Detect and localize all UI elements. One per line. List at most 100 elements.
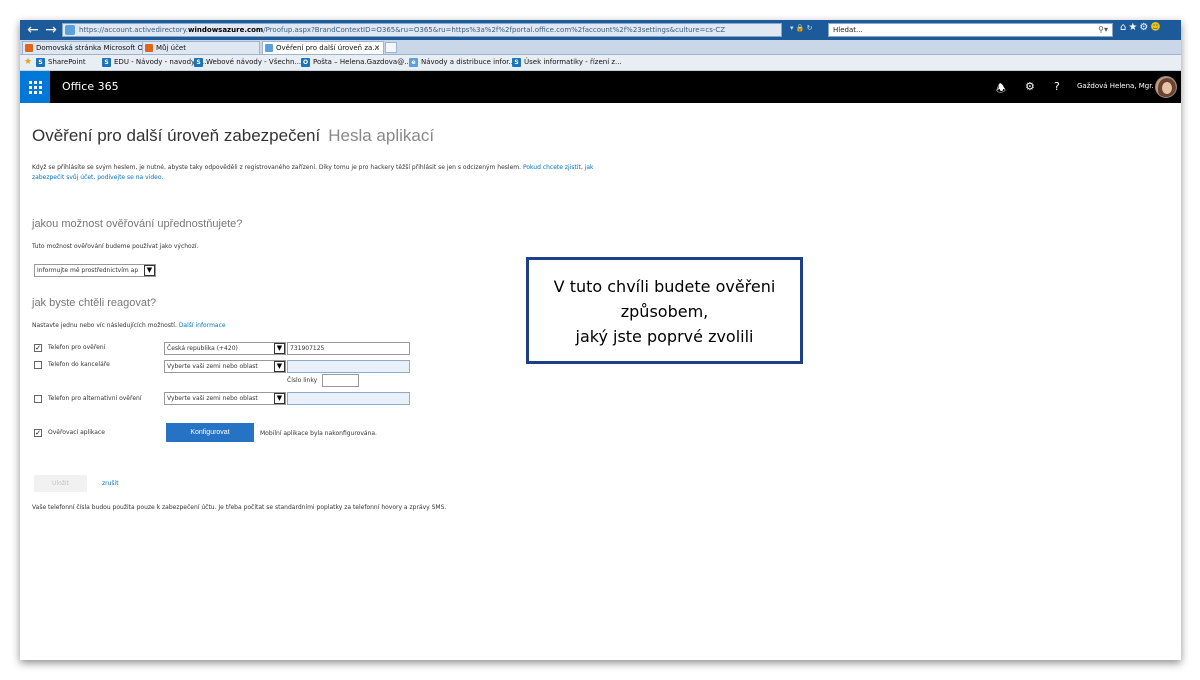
browser-toolbar-icons: ⌂★⚙☻ bbox=[1120, 22, 1163, 33]
fav-item-usek-informatiky[interactable]: S Úsek informatiky - řízení z... bbox=[512, 57, 622, 68]
url-field[interactable]: https://account.activedirectory.windowsa… bbox=[62, 23, 782, 37]
default-method-select[interactable]: Informujte mě prostřednictvím ap ▼ bbox=[34, 264, 156, 277]
new-tab-button[interactable] bbox=[385, 42, 397, 53]
tab-muj-ucet[interactable]: Můj účet bbox=[142, 41, 260, 54]
feedback-smiley-icon[interactable]: ☻ bbox=[1150, 22, 1162, 33]
intro-body: Když se přihlásíte se svým heslem, je nu… bbox=[32, 164, 523, 171]
fav-item-sharepoint[interactable]: S SharePoint bbox=[36, 57, 86, 68]
search-icon[interactable]: ⚲▾ bbox=[1098, 24, 1108, 36]
back-arrow-icon[interactable]: ← bbox=[24, 22, 42, 38]
country-value: Vyberte vaši zemi nebo oblast bbox=[167, 395, 258, 402]
search-placeholder: Hledat... bbox=[833, 26, 863, 34]
fav-item-navody-distribuce[interactable]: e Návody a distribuce infor... bbox=[409, 57, 515, 68]
preference-note: Tuto možnost ověřování budeme používat j… bbox=[32, 243, 199, 250]
option-office-phone: Telefon do kanceláře bbox=[34, 360, 184, 372]
respond-heading: jak byste chtěli reagovat? bbox=[32, 297, 157, 309]
url-prefix: https://account.activedirectory. bbox=[79, 26, 189, 34]
page-title-text: Ověření pro další úroveň zabezpečení bbox=[32, 126, 321, 145]
url-rest: /Proofup.aspx?BrandContextID=O365&ru=O36… bbox=[263, 26, 726, 34]
settings-gear-icon[interactable]: ⚙ bbox=[1139, 22, 1150, 33]
intro-text: Když se přihlásíte se svým heslem, je nu… bbox=[32, 163, 612, 183]
url-controls[interactable]: ▾ 🔒 ↻ bbox=[790, 24, 813, 32]
respond-note: Nastavte jednu nebo víc následujících mo… bbox=[32, 322, 226, 329]
close-tab-icon[interactable]: ✕ bbox=[374, 42, 380, 54]
cancel-link[interactable]: zrušit bbox=[102, 480, 119, 487]
page-icon: e bbox=[409, 58, 418, 67]
alt-phone-checkbox[interactable] bbox=[34, 395, 42, 403]
fav-label: SharePoint bbox=[48, 58, 86, 66]
auth-phone-number-input[interactable]: 731907125 bbox=[287, 342, 410, 355]
extension-input[interactable] bbox=[322, 374, 359, 387]
browser-window: ← → https://account.activedirectory.wind… bbox=[20, 20, 1181, 660]
fav-label: Webové návody - Všechn... bbox=[206, 58, 302, 66]
browser-search-input[interactable]: Hledat... ⚲▾ bbox=[828, 23, 1113, 37]
tab-app-passwords[interactable]: Hesla aplikací bbox=[328, 126, 434, 145]
outlook-icon: O bbox=[301, 58, 310, 67]
address-bar: ← → https://account.activedirectory.wind… bbox=[20, 20, 1181, 40]
favorites-bar: ★ S SharePoint S EDU - Návody - navody-h..… bbox=[20, 55, 1181, 71]
fav-label: Pošta – Helena.Gazdova@... bbox=[313, 58, 411, 66]
sharepoint-icon: S bbox=[36, 58, 45, 67]
url-domain: windowsazure.com bbox=[188, 26, 264, 34]
user-name[interactable]: Gaždová Helena, Mgr. bbox=[1077, 82, 1154, 90]
fav-item-posta[interactable]: O Pošta – Helena.Gazdova@... bbox=[301, 57, 411, 68]
alt-phone-label: Telefon pro alternativní ověření bbox=[48, 395, 142, 402]
respond-note-text: Nastavte jednu nebo víc následujících mo… bbox=[32, 322, 177, 329]
option-auth-app: ✓ Ověřovací aplikace bbox=[34, 428, 164, 440]
fav-item-edu-navody[interactable]: S EDU - Návody - navody-h... bbox=[102, 57, 209, 68]
office-icon bbox=[25, 44, 33, 52]
browser-tabs: Domovská stránka Microsoft O... Můj účet… bbox=[20, 40, 1181, 55]
chevron-down-icon: ▼ bbox=[274, 343, 285, 354]
auth-app-checkbox[interactable]: ✓ bbox=[34, 429, 42, 437]
page-title: Ověření pro další úroveň zabezpečení Hesl… bbox=[32, 126, 434, 146]
favorites-folder-icon[interactable]: ★ bbox=[24, 57, 32, 68]
office-icon bbox=[145, 44, 153, 52]
office365-header: Office 365 🕭 ⚙ ? Gaždová Helena, Mgr. bbox=[20, 71, 1181, 103]
fav-item-webove-navody[interactable]: S Webové návody - Všechn... bbox=[194, 57, 301, 68]
sharepoint-icon: S bbox=[102, 58, 111, 67]
auth-app-status: Mobilní aplikace byla nakonfigurována. bbox=[260, 430, 377, 437]
chevron-down-icon: ▼ bbox=[144, 265, 155, 276]
save-button[interactable]: Uložit bbox=[34, 475, 87, 492]
tab-overeni[interactable]: Ověření pro další úroveň za... ✕ bbox=[262, 41, 384, 54]
auth-phone-country-select[interactable]: Česká republika (+420) ▼ bbox=[164, 342, 286, 355]
app-title[interactable]: Office 365 bbox=[62, 80, 119, 93]
option-auth-phone: ✓ Telefon pro ověření bbox=[34, 343, 184, 355]
auth-app-label: Ověřovací aplikace bbox=[48, 429, 105, 436]
office-phone-label: Telefon do kanceláře bbox=[48, 361, 110, 368]
annotation-callout: V tuto chvíli budete ověřeni způsobem, j… bbox=[526, 257, 803, 364]
forward-arrow-icon[interactable]: → bbox=[42, 22, 60, 38]
country-value: Vyberte vaši zemi nebo oblast bbox=[167, 363, 258, 370]
tab-label: Můj účet bbox=[156, 44, 186, 52]
default-method-value: Informujte mě prostřednictvím ap bbox=[37, 267, 139, 274]
more-info-link[interactable]: Další informace bbox=[179, 322, 226, 329]
auth-phone-label: Telefon pro ověření bbox=[48, 344, 106, 351]
main-content: Ověření pro další úroveň zabezpečení Hesl… bbox=[20, 103, 1181, 660]
favorites-star-icon[interactable]: ★ bbox=[1128, 22, 1139, 33]
fav-label: Návody a distribuce infor... bbox=[421, 58, 516, 66]
site-favicon-icon bbox=[265, 44, 273, 52]
auth-phone-checkbox[interactable]: ✓ bbox=[34, 344, 42, 352]
help-question-icon[interactable]: ? bbox=[1054, 80, 1060, 93]
user-avatar[interactable] bbox=[1155, 76, 1177, 98]
sharepoint-icon: S bbox=[512, 58, 521, 67]
extension-label: Číslo linky bbox=[287, 377, 318, 384]
notifications-bell-icon[interactable]: 🕭 bbox=[996, 80, 1006, 99]
office-phone-number-input[interactable] bbox=[287, 360, 410, 373]
office-phone-country-select[interactable]: Vyberte vaši zemi nebo oblast ▼ bbox=[164, 360, 286, 373]
app-launcher-waffle-icon[interactable] bbox=[20, 71, 50, 103]
alt-phone-number-input[interactable] bbox=[287, 392, 410, 405]
settings-gear-icon[interactable]: ⚙ bbox=[1025, 80, 1035, 93]
office-phone-checkbox[interactable] bbox=[34, 361, 42, 369]
callout-text: V tuto chvíli budete ověřeni způsobem, j… bbox=[553, 277, 776, 346]
preference-heading: jakou možnost ověřování upřednostňujete? bbox=[32, 218, 243, 230]
option-alt-phone: Telefon pro alternativní ověření bbox=[34, 394, 184, 406]
fav-label: Úsek informatiky - řízení z... bbox=[524, 58, 622, 66]
configure-button[interactable]: Konfigurovat bbox=[166, 423, 254, 442]
country-value: Česká republika (+420) bbox=[167, 345, 238, 352]
alt-phone-country-select[interactable]: Vyberte vaši zemi nebo oblast ▼ bbox=[164, 392, 286, 405]
chevron-down-icon: ▼ bbox=[274, 393, 285, 404]
site-favicon-icon bbox=[65, 25, 75, 35]
chevron-down-icon: ▼ bbox=[274, 361, 285, 372]
tab-label: Domovská stránka Microsoft O... bbox=[36, 44, 150, 52]
